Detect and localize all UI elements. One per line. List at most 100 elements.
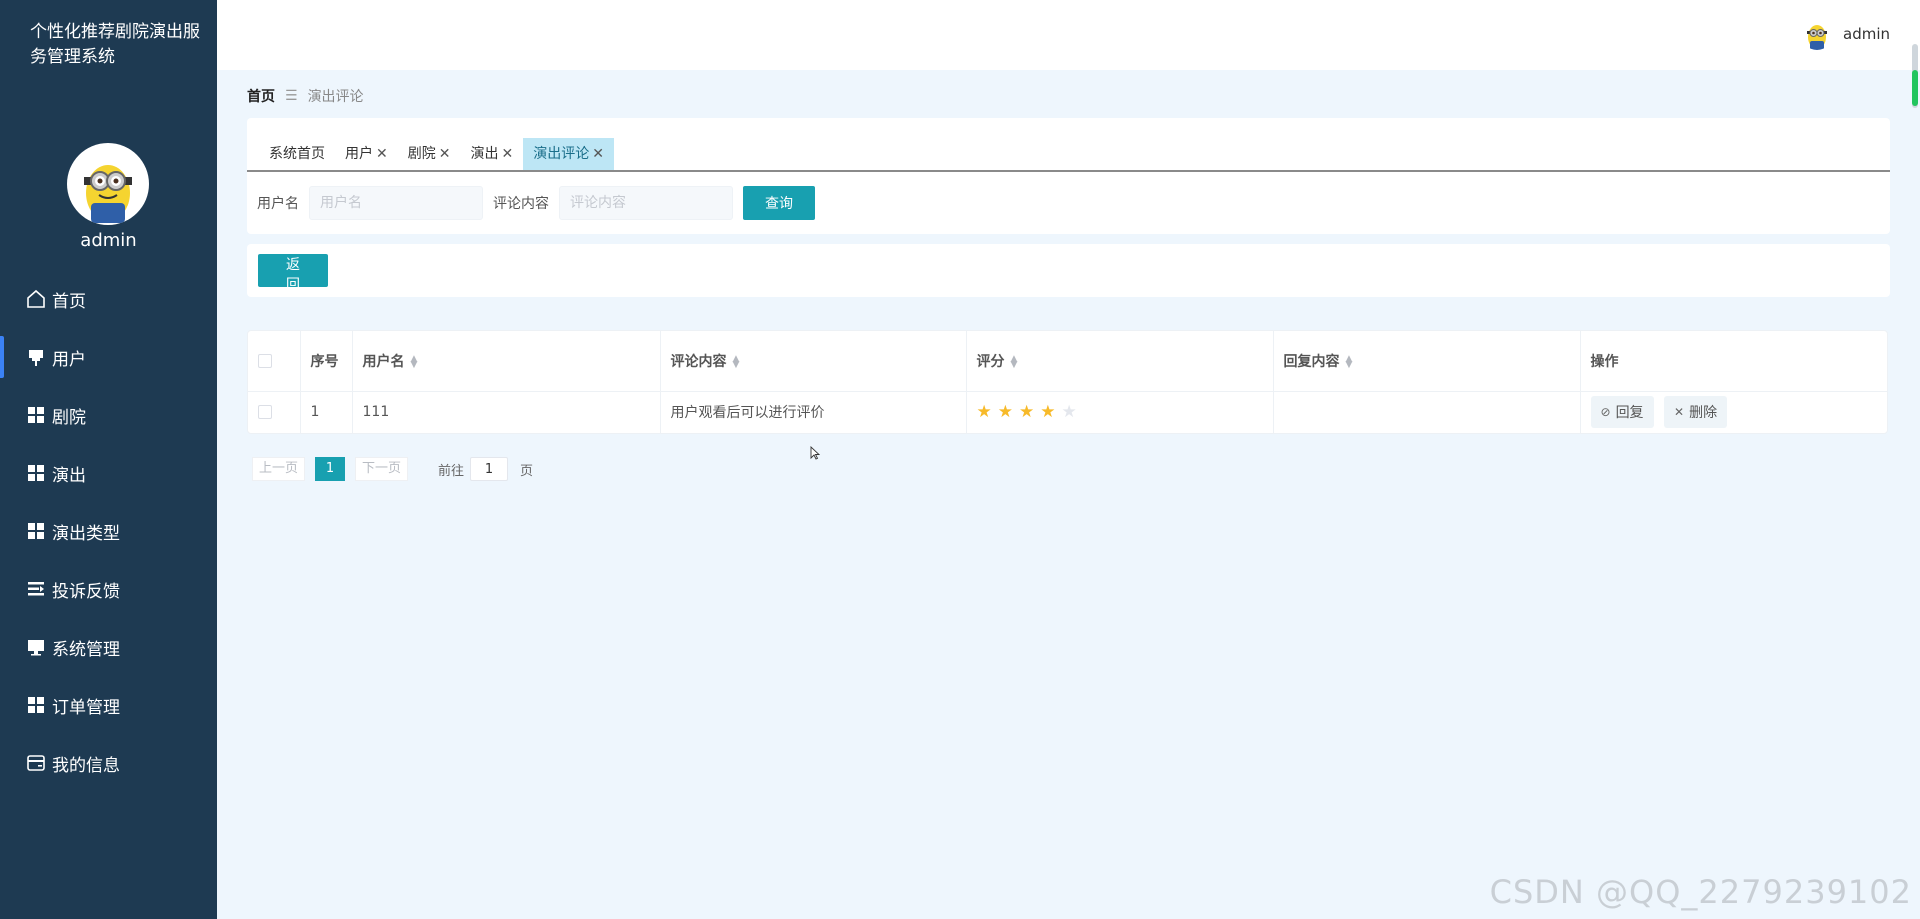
- breadcrumb-current: 演出评论: [307, 89, 364, 105]
- sort-icon[interactable]: ▲ ▼: [1011, 354, 1018, 369]
- sidebar-item-label: 演出类型: [52, 523, 120, 544]
- row-select-cell: [248, 391, 301, 433]
- close-icon[interactable]: ✕: [376, 138, 388, 170]
- row-username: 111: [352, 391, 661, 433]
- table-header: 序号 用户名 ▲ ▼ 评论内容 ▲ ▼ 评分 ▲ ▼ 回复内容 ▲ ▼ 操作: [248, 331, 1887, 391]
- avatar: [1801, 18, 1833, 50]
- pin-icon: [25, 346, 47, 368]
- reply-button[interactable]: ⊘ 回复: [1590, 396, 1654, 429]
- row-actions: ⊘ 回复 ✕ 删除: [1580, 391, 1887, 433]
- delete-button[interactable]: ✕ 删除: [1664, 396, 1728, 429]
- sort-icon[interactable]: ▲ ▼: [733, 354, 740, 369]
- search-panel: 系统首页 用户 ✕ 剧院 ✕ 演出 ✕ 演出评论 ✕ 用户名 评论内容 查询: [247, 118, 1890, 234]
- sidebar-item-theater[interactable]: 剧院: [0, 386, 217, 444]
- system-title: 个性化推荐剧院演出服务管理系统: [30, 22, 200, 67]
- reply-button-label: 回复: [1615, 405, 1644, 422]
- star-icon: ★: [1040, 401, 1056, 422]
- close-icon[interactable]: ✕: [439, 138, 451, 170]
- sidebar-item-label: 演出: [52, 465, 86, 486]
- query-button[interactable]: 查询: [743, 186, 815, 220]
- page-suffix: 页: [520, 463, 534, 479]
- tab-label: 演出: [470, 146, 499, 162]
- column-header-rating[interactable]: 评分 ▲ ▼: [966, 331, 1274, 391]
- tab-theater[interactable]: 剧院 ✕: [398, 138, 461, 170]
- select-all-checkbox[interactable]: [258, 353, 272, 368]
- breadcrumb-separator-icon: ☰: [285, 88, 298, 104]
- goto-label: 前往: [438, 463, 465, 479]
- user-menu[interactable]: admin: [1801, 18, 1890, 50]
- sidebar-item-label: 系统管理: [52, 639, 120, 660]
- tab-divider: [247, 170, 1890, 172]
- sidebar-item-label: 首页: [52, 291, 86, 312]
- tab-users[interactable]: 用户 ✕: [335, 138, 398, 170]
- tab-performance[interactable]: 演出 ✕: [460, 138, 523, 170]
- watermark: CSDN @QQ_2279239102: [1489, 873, 1912, 911]
- check-circle-icon: ⊘: [1600, 405, 1611, 420]
- username-label: 用户名: [257, 196, 299, 212]
- sidebar-item-users[interactable]: 用户: [0, 328, 217, 386]
- topbar: admin: [217, 0, 1920, 70]
- home-icon: [25, 288, 47, 310]
- sidebar-item-feedback[interactable]: 投诉反馈: [0, 560, 217, 618]
- sidebar-item-label: 我的信息: [52, 755, 120, 776]
- prev-page-button[interactable]: 上一页: [252, 457, 306, 481]
- back-button[interactable]: 返回: [258, 254, 328, 293]
- sidebar-item-label: 订单管理: [52, 697, 120, 718]
- select-all-cell: [248, 331, 301, 391]
- sidebar-item-label: 投诉反馈: [52, 581, 120, 602]
- sidebar-menu: 首页 用户 剧院 演出 演出类型 投诉反馈 系统管理 订单管理 我的信息: [0, 270, 217, 792]
- content-input[interactable]: [559, 186, 733, 220]
- sidebar-item-system[interactable]: 系统管理: [0, 618, 217, 676]
- list-icon: [25, 578, 47, 600]
- sort-icon[interactable]: ▲ ▼: [1346, 354, 1353, 369]
- sidebar-item-label: 用户: [52, 349, 86, 370]
- scrollbar-thumb[interactable]: [1912, 70, 1918, 106]
- sidebar-item-my-info[interactable]: 我的信息: [0, 734, 217, 792]
- column-header-reply[interactable]: 回复内容 ▲ ▼: [1273, 331, 1581, 391]
- breadcrumb: 首页 ☰ 演出评论: [247, 86, 364, 106]
- column-header-username[interactable]: 用户名 ▲ ▼: [352, 331, 661, 391]
- tab-bar: 系统首页 用户 ✕ 剧院 ✕ 演出 ✕ 演出评论 ✕: [259, 138, 614, 170]
- monitor-icon: [25, 636, 47, 658]
- sidebar-item-performance-type[interactable]: 演出类型: [0, 502, 217, 560]
- content-label: 评论内容: [493, 196, 549, 212]
- row-checkbox[interactable]: [258, 405, 272, 420]
- close-icon: ✕: [1674, 405, 1685, 420]
- rating-stars: ★ ★ ★ ★ ★: [976, 401, 1263, 422]
- column-header-actions: 操作: [1590, 353, 1619, 370]
- tab-system-home[interactable]: 系统首页: [259, 138, 335, 170]
- page-number-current[interactable]: 1: [315, 457, 346, 481]
- tab-label: 用户: [345, 146, 373, 162]
- breadcrumb-home[interactable]: 首页: [247, 86, 275, 106]
- sort-icon[interactable]: ▲ ▼: [411, 354, 418, 369]
- goto-page-input[interactable]: [470, 457, 509, 481]
- grid-icon: [25, 462, 47, 484]
- sidebar-item-performance[interactable]: 演出: [0, 444, 217, 502]
- sidebar: 个性化推荐剧院演出服务管理系统 admin 首页 用户 剧院 演出 演出类型 投…: [0, 0, 217, 919]
- sidebar-item-label: 剧院: [52, 407, 86, 428]
- grid-icon: [25, 520, 47, 542]
- sidebar-item-orders[interactable]: 订单管理: [0, 676, 217, 734]
- pagination: 上一页 1 下一页 前往 页: [252, 457, 533, 481]
- tab-label: 演出评论: [533, 146, 590, 162]
- table-row: 1 111 用户观看后可以进行评价 ★ ★ ★ ★ ★ ⊘ 回复 ✕ 删除: [248, 391, 1887, 433]
- star-icon: ★: [976, 401, 992, 422]
- column-header-content[interactable]: 评论内容 ▲ ▼: [660, 331, 967, 391]
- mouse-cursor-icon: [810, 446, 820, 460]
- close-icon[interactable]: ✕: [592, 138, 604, 170]
- grid-icon: [25, 404, 47, 426]
- username-input[interactable]: [309, 186, 483, 220]
- action-bar: 返回: [247, 244, 1890, 297]
- search-form: 用户名 评论内容 查询: [257, 186, 815, 220]
- grid-icon: [25, 694, 47, 716]
- sidebar-item-home[interactable]: 首页: [0, 270, 217, 328]
- close-icon[interactable]: ✕: [501, 138, 513, 170]
- row-rating: ★ ★ ★ ★ ★: [966, 391, 1274, 433]
- star-icon: ★: [1019, 401, 1035, 422]
- next-page-button[interactable]: 下一页: [355, 457, 409, 481]
- delete-button-label: 删除: [1689, 405, 1718, 422]
- column-header-index: 序号: [300, 331, 353, 391]
- row-content: 用户观看后可以进行评价: [660, 391, 967, 433]
- card-icon: [25, 752, 47, 774]
- tab-performance-comments[interactable]: 演出评论 ✕: [523, 138, 614, 170]
